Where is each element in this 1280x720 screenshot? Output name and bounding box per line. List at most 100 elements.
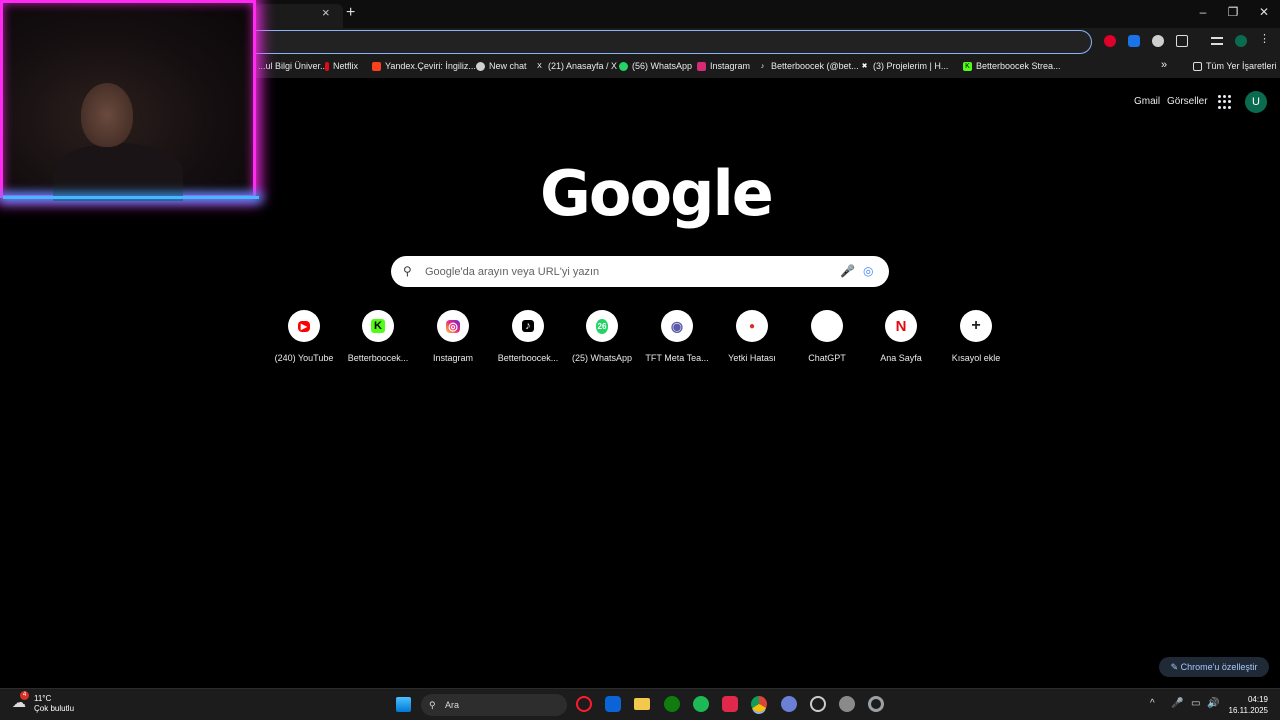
system-clock[interactable]: 04:19 16.11.2025 xyxy=(1224,694,1268,716)
shortcut-label: Kısayol ekle xyxy=(951,353,1001,363)
app-icon[interactable] xyxy=(722,696,738,712)
shortcut-label: Instagram xyxy=(432,353,474,363)
shortcut-label: Yetki Hatası xyxy=(728,353,776,363)
shortcut-label: Betterboocek... xyxy=(497,353,559,363)
shortcut-label: TFT Meta Tea... xyxy=(645,353,709,363)
bookmark-item[interactable]: K Betterboocek Strea... xyxy=(963,61,1061,71)
outlook-icon[interactable] xyxy=(605,696,621,712)
address-bar[interactable]: ★ xyxy=(250,30,1092,54)
bookmarks-overflow-button[interactable]: » xyxy=(1161,59,1167,71)
projects-icon: ✖ xyxy=(861,62,868,70)
x-icon: X xyxy=(537,62,542,70)
tiktok-icon: ♪ xyxy=(512,310,544,342)
google-lens-icon[interactable]: ◎ xyxy=(863,264,873,278)
active-tab[interactable] xyxy=(255,4,343,28)
chatgpt-icon xyxy=(476,61,485,71)
plus-icon: + xyxy=(960,310,992,342)
whatsapp-icon: 26 xyxy=(586,310,618,342)
extension-icon[interactable] xyxy=(1152,35,1164,47)
app-icon[interactable] xyxy=(868,696,884,712)
kick-icon: K xyxy=(362,310,394,342)
bookmark-item[interactable]: Instagram xyxy=(697,61,750,71)
clock-time: 04:19 xyxy=(1247,695,1268,704)
bookmark-item[interactable]: ...ul Bilgi Üniver... xyxy=(254,61,328,71)
bookmark-item[interactable]: New chat xyxy=(476,61,527,71)
bookmark-item[interactable]: Yandex.Çeviri: İngiliz... xyxy=(372,61,476,71)
google-apps-icon[interactable] xyxy=(1218,95,1232,109)
settings-gear-icon[interactable] xyxy=(839,696,855,712)
shortcut-label: (25) WhatsApp xyxy=(571,353,633,363)
shortcut-tile[interactable]: ▶ (240) YouTube xyxy=(267,310,341,363)
google-logo: Google xyxy=(540,157,774,230)
shortcut-label: ChatGPT xyxy=(808,353,846,363)
shortcut-tile[interactable]: N Ana Sayfa xyxy=(864,310,938,363)
windows-taskbar: ☁ 4 11°C Çok bulutlu ⚲ Ara ^ 🎤 ▭ 🔊 04:19… xyxy=(0,688,1280,720)
search-input[interactable] xyxy=(425,262,815,281)
taskbar-search[interactable]: ⚲ Ara xyxy=(421,694,567,716)
shortcut-tile[interactable]: 26 (25) WhatsApp xyxy=(565,310,639,363)
netflix-icon xyxy=(325,61,329,71)
chevron-up-icon[interactable]: ^ xyxy=(1150,698,1155,709)
shortcut-label: Betterboocek... xyxy=(347,353,409,363)
weather-widget[interactable]: ☁ 4 11°C Çok bulutlu xyxy=(12,691,75,714)
close-window-button[interactable]: ✕ xyxy=(1249,5,1279,19)
tab-close-icon[interactable]: × xyxy=(322,5,330,20)
volume-icon[interactable]: 🔊 xyxy=(1207,698,1219,709)
temperature: 11°C xyxy=(34,694,52,703)
shortcut-tile[interactable]: K Betterboocek... xyxy=(341,310,415,363)
network-icon[interactable]: ▭ xyxy=(1191,698,1200,709)
webcam-glow-border xyxy=(3,196,259,199)
shortcut-tile[interactable]: ◎ Instagram xyxy=(416,310,490,363)
opera-gx-icon[interactable] xyxy=(576,696,592,712)
gmail-link[interactable]: Gmail xyxy=(1134,96,1160,107)
media-control-icon[interactable] xyxy=(1211,37,1223,45)
webcam-overlay xyxy=(0,0,259,201)
pin-icon: ● xyxy=(736,310,768,342)
shortcut-tile[interactable]: ♪ Betterboocek... xyxy=(491,310,565,363)
spotify-icon[interactable] xyxy=(693,696,709,712)
bookmark-item[interactable]: Netflix xyxy=(325,61,358,71)
chrome-icon[interactable] xyxy=(751,696,767,712)
minimize-button[interactable]: – xyxy=(1188,5,1218,19)
microphone-icon[interactable]: 🎤 xyxy=(840,264,855,278)
webcam-person-face xyxy=(81,83,133,147)
weather-badge: 4 xyxy=(20,691,29,700)
profile-avatar-icon[interactable] xyxy=(1235,35,1247,47)
app-icon[interactable] xyxy=(781,696,797,712)
account-avatar[interactable]: U xyxy=(1245,91,1267,113)
pencil-icon: ✎ xyxy=(1170,662,1181,672)
restore-button[interactable]: ❐ xyxy=(1218,5,1248,19)
instagram-icon xyxy=(697,61,706,71)
menu-kebab-icon[interactable]: ⋮ xyxy=(1259,32,1270,45)
search-box[interactable]: ⚲ 🎤 ◎ xyxy=(391,256,889,287)
folder-icon xyxy=(1193,61,1202,71)
opera-extension-icon[interactable] xyxy=(1104,35,1116,47)
tft-meta-icon: ◉ xyxy=(661,310,693,342)
file-explorer-icon[interactable] xyxy=(634,698,650,710)
microphone-icon[interactable]: 🎤 xyxy=(1171,698,1183,709)
bookmark-item[interactable]: ♪ Betterboocek (@bet... xyxy=(758,61,859,71)
clock-app-icon[interactable] xyxy=(810,696,826,712)
windows-start-icon[interactable] xyxy=(396,697,411,712)
customize-chrome-button[interactable]: ✎ Chrome'u özelleştir xyxy=(1159,657,1269,677)
search-icon: ⚲ xyxy=(429,700,436,710)
shortcut-tile[interactable]: ◉ TFT Meta Tea... xyxy=(640,310,714,363)
tiktok-icon: ♪ xyxy=(760,62,765,70)
shortcut-tile[interactable]: ● Yetki Hatası xyxy=(715,310,789,363)
shortcut-tile[interactable]: ChatGPT xyxy=(790,310,864,363)
chatgpt-icon xyxy=(811,310,843,342)
new-tab-button[interactable]: + xyxy=(346,4,355,22)
bookmark-item[interactable]: X (21) Anasayfa / X xyxy=(535,61,617,71)
weather-condition: Çok bulutlu xyxy=(34,704,75,713)
all-bookmarks-button[interactable]: Tüm Yer İşaretleri xyxy=(1193,61,1277,71)
speech-extension-icon[interactable] xyxy=(1128,35,1140,47)
puzzle-extensions-icon[interactable] xyxy=(1176,35,1188,47)
xbox-icon[interactable] xyxy=(664,696,680,712)
shortcut-label: Ana Sayfa xyxy=(880,353,922,363)
bookmark-item[interactable]: ✖ (3) Projelerim | H... xyxy=(860,61,949,71)
add-shortcut-button[interactable]: + Kısayol ekle xyxy=(939,310,1013,363)
bookmark-item[interactable]: (56) WhatsApp xyxy=(619,61,692,71)
images-link[interactable]: Görseller xyxy=(1167,96,1208,107)
shortcut-label: (240) YouTube xyxy=(274,353,334,363)
yandex-translate-icon xyxy=(372,61,381,71)
